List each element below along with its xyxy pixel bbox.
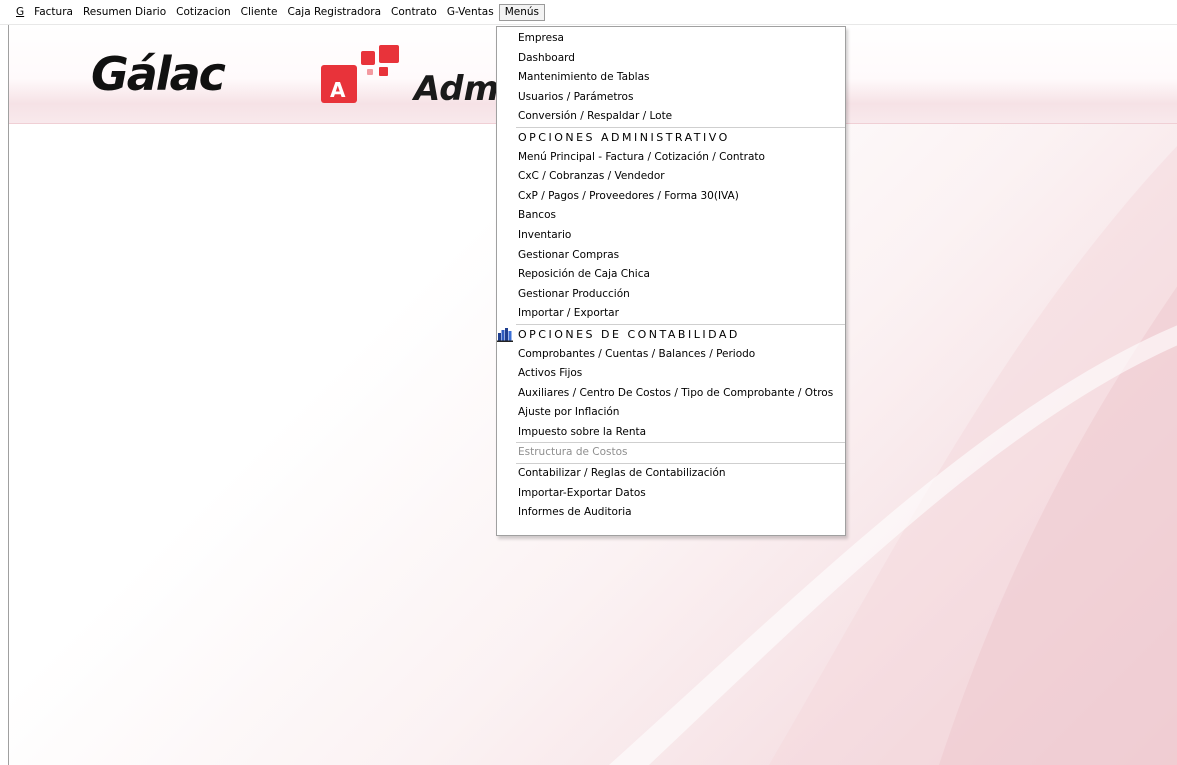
menu-item-gestionar-produccion[interactable]: Gestionar Producción xyxy=(497,285,845,305)
menu-item-contabilizar[interactable]: Contabilizar / Reglas de Contabilización xyxy=(497,464,845,484)
menus-dropdown: Empresa Dashboard Mantenimiento de Tabla… xyxy=(496,26,846,536)
header-opciones-administrativo: OPCIONES ADMINISTRATIVO xyxy=(518,130,730,144)
header-opciones-contabilidad: OPCIONES DE CONTABILIDAD xyxy=(497,325,845,345)
header-contabilidad-label: OPCIONES DE CONTABILIDAD xyxy=(518,327,740,341)
menu-factura[interactable]: Factura xyxy=(29,4,78,21)
menu-item-empresa[interactable]: Empresa xyxy=(497,29,845,49)
menu-item-cxc[interactable]: CxC / Cobranzas / Vendedor xyxy=(497,167,845,187)
menu-item-comprobantes[interactable]: Comprobantes / Cuentas / Balances / Peri… xyxy=(497,345,845,365)
menu-cliente[interactable]: Cliente xyxy=(236,4,283,21)
menu-g[interactable]: G xyxy=(12,4,29,21)
menu-item-usuarios-parametros[interactable]: Usuarios / Parámetros xyxy=(497,88,845,108)
menu-item-estructura-costos: Estructura de Costos xyxy=(518,446,628,459)
menu-item-gestionar-compras[interactable]: Gestionar Compras xyxy=(497,246,845,266)
menu-item-bancos[interactable]: Bancos xyxy=(497,206,845,226)
menu-contrato[interactable]: Contrato xyxy=(386,4,442,21)
menu-item-reposicion-caja-chica[interactable]: Reposición de Caja Chica xyxy=(497,265,845,285)
menu-item-ajuste-inflacion[interactable]: Ajuste por Inflación xyxy=(497,403,845,423)
app-logo-icon: A xyxy=(321,45,399,103)
menu-item-dashboard[interactable]: Dashboard xyxy=(497,49,845,69)
menu-item-inventario[interactable]: Inventario xyxy=(497,226,845,246)
app-name-partial: Adm xyxy=(414,69,500,109)
menu-item-cxp[interactable]: CxP / Pagos / Proveedores / Forma 30(IVA… xyxy=(497,187,845,207)
menu-cotizacion[interactable]: Cotizacion xyxy=(171,4,236,21)
menu-item-mantenimiento-tablas[interactable]: Mantenimiento de Tablas xyxy=(497,68,845,88)
menu-item-menu-principal[interactable]: Menú Principal - Factura / Cotización / … xyxy=(497,148,845,168)
menu-caja-registradora[interactable]: Caja Registradora xyxy=(283,4,387,21)
menu-item-conversion-respaldar[interactable]: Conversión / Respaldar / Lote xyxy=(497,107,845,127)
menu-item-auxiliares[interactable]: Auxiliares / Centro De Costos / Tipo de … xyxy=(497,384,845,404)
app-icon-letter: A xyxy=(330,78,346,102)
menu-menus[interactable]: Menús xyxy=(498,3,545,21)
menu-resumen-diario[interactable]: Resumen Diario xyxy=(78,4,171,21)
menu-item-informes-auditoria[interactable]: Informes de Auditoria xyxy=(497,503,845,523)
menu-bar: G Factura Resumen Diario Cotizacion Clie… xyxy=(0,0,1177,25)
books-icon xyxy=(497,327,513,342)
menu-item-importar-exportar[interactable]: Importar / Exportar xyxy=(497,304,845,324)
menu-item-importar-exportar-datos[interactable]: Importar-Exportar Datos xyxy=(497,484,845,504)
menu-item-impuesto-renta[interactable]: Impuesto sobre la Renta xyxy=(497,423,845,443)
menu-g-ventas[interactable]: G-Ventas xyxy=(442,4,499,21)
galac-logo: Gálac xyxy=(91,47,226,101)
menu-item-activos-fijos[interactable]: Activos Fijos xyxy=(497,364,845,384)
